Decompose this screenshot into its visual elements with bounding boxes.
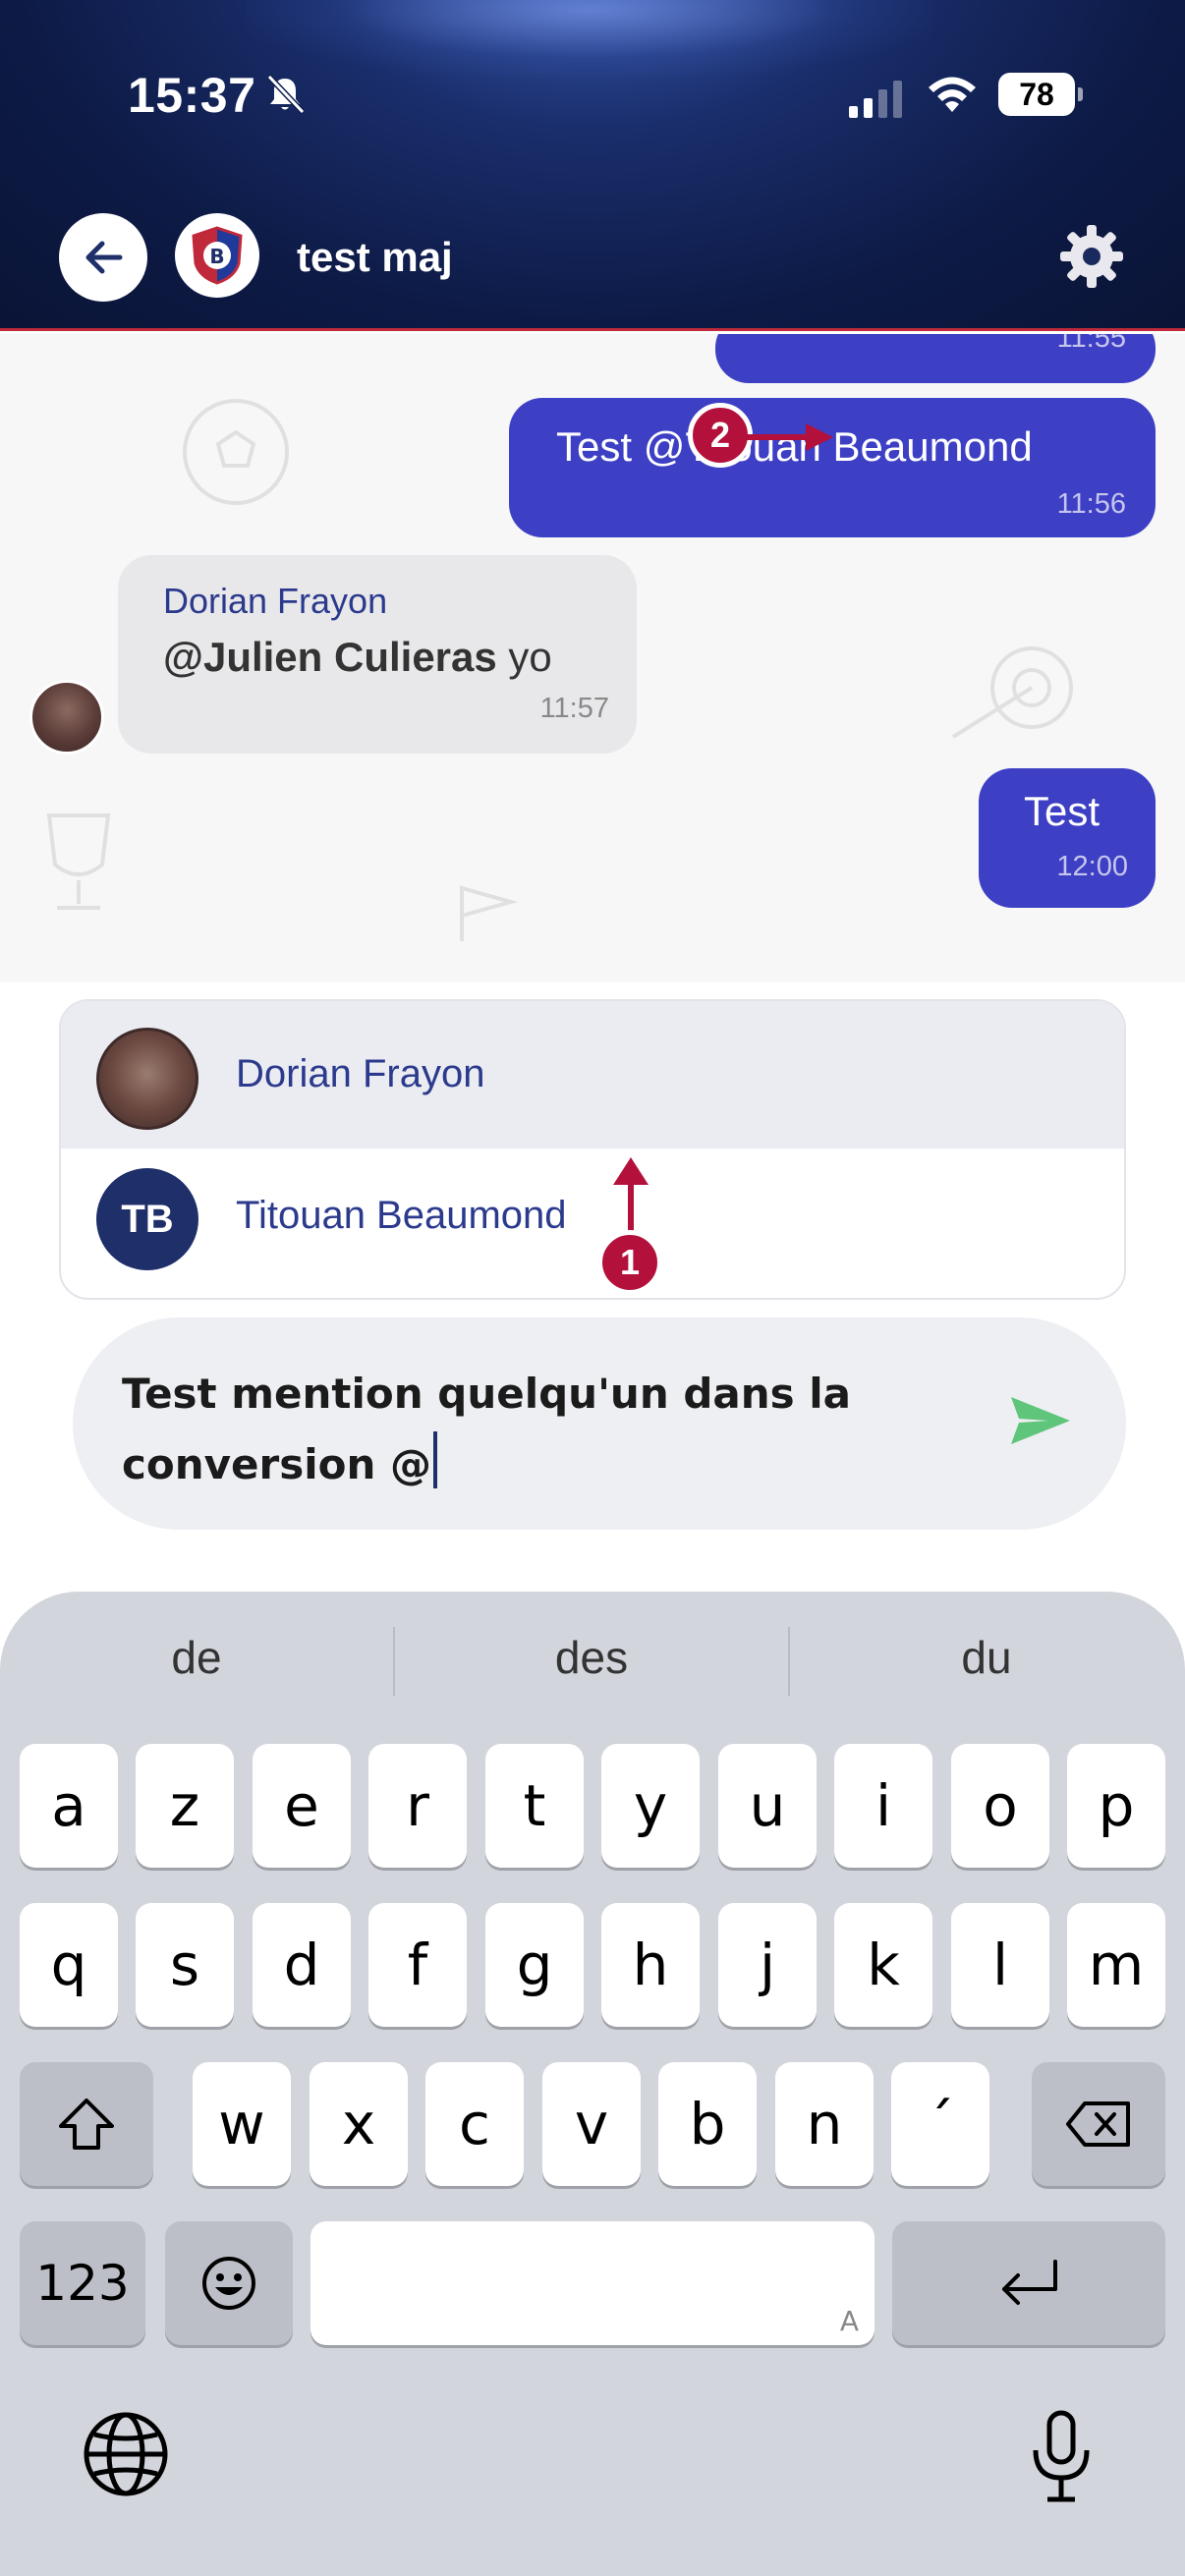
- message-list[interactable]: 11:55 Test @Titouan Beaumond 11:56 2 Dor…: [0, 334, 1185, 982]
- avatar: [96, 1028, 198, 1130]
- club-crest-icon: B: [192, 226, 243, 285]
- trophy-doodle: [46, 813, 111, 910]
- mention-suggestion-item[interactable]: TB Titouan Beaumond: [61, 1148, 1124, 1296]
- message-text-rest: yo: [496, 634, 552, 680]
- message-bubble-outgoing[interactable]: Test @Titouan Beaumond 11:56: [509, 398, 1156, 537]
- emoji-key[interactable]: [165, 2221, 293, 2345]
- key-h[interactable]: h: [601, 1903, 700, 2027]
- bell-off-icon: [266, 74, 306, 115]
- shift-key[interactable]: [20, 2062, 153, 2186]
- suggestion-name: Titouan Beaumond: [236, 1194, 567, 1237]
- sender-name: Dorian Frayon: [163, 581, 388, 621]
- message-bubble-outgoing[interactable]: 11:55: [715, 334, 1156, 383]
- key-m[interactable]: m: [1067, 1903, 1165, 2027]
- settings-button[interactable]: [1053, 218, 1130, 295]
- avatar[interactable]: [29, 680, 104, 755]
- message-time: 11:55: [1056, 334, 1126, 354]
- status-time: 15:37: [128, 68, 256, 123]
- key-accent[interactable]: ´: [891, 2062, 989, 2186]
- text-caret: [433, 1431, 437, 1488]
- composer: Test mention quelqu'un dans la conversio…: [0, 1300, 1185, 1595]
- key-s[interactable]: s: [136, 1903, 234, 2027]
- key-u[interactable]: u: [718, 1744, 817, 1868]
- microphone-icon[interactable]: [1022, 2407, 1100, 2505]
- mention-tag[interactable]: @Julien Culieras: [163, 634, 497, 680]
- key-l[interactable]: l: [951, 1903, 1049, 2027]
- target-doodle: [951, 646, 1073, 739]
- soccer-ball-doodle: [183, 399, 289, 505]
- message-time: 11:57: [539, 693, 609, 724]
- numbers-key[interactable]: 123: [20, 2221, 145, 2345]
- mention-suggestions: Dorian Frayon TB Titouan Beaumond: [59, 999, 1126, 1300]
- message-text: @Julien Culieras yo: [163, 634, 552, 681]
- key-k[interactable]: k: [834, 1903, 932, 2027]
- key-a[interactable]: a: [20, 1744, 118, 1868]
- key-t[interactable]: t: [485, 1744, 584, 1868]
- send-icon: [1011, 1397, 1070, 1444]
- message-time: 12:00: [1056, 851, 1128, 882]
- return-key[interactable]: [892, 2221, 1165, 2345]
- key-q[interactable]: q: [20, 1903, 118, 2027]
- arrow-up-icon: [613, 1157, 649, 1234]
- arrow-right-icon: [747, 423, 833, 451]
- key-b[interactable]: b: [658, 2062, 757, 2186]
- key-o[interactable]: o: [951, 1744, 1049, 1868]
- prediction-1[interactable]: de: [0, 1631, 393, 1684]
- message-bubble-incoming[interactable]: Dorian Frayon @Julien Culieras yo 11:57: [118, 555, 637, 754]
- shift-icon: [59, 2099, 114, 2150]
- keyboard: de des du a z e r t y u i o p q s d f g …: [0, 1592, 1185, 2576]
- return-icon: [1002, 2260, 1057, 2305]
- annotation-marker-2: 2: [688, 403, 753, 468]
- key-g[interactable]: g: [485, 1903, 584, 2027]
- key-w[interactable]: w: [193, 2062, 291, 2186]
- arrow-left-icon: [85, 241, 123, 274]
- key-r[interactable]: r: [368, 1744, 467, 1868]
- key-z[interactable]: z: [136, 1744, 234, 1868]
- chat-title[interactable]: test maj: [297, 234, 453, 281]
- flag-doodle: [460, 885, 519, 941]
- globe-icon[interactable]: [79, 2407, 173, 2501]
- message-input-value: Test mention quelqu'un dans la conversio…: [122, 1370, 852, 1488]
- key-x[interactable]: x: [310, 2062, 408, 2186]
- key-f[interactable]: f: [368, 1903, 467, 2027]
- key-c[interactable]: c: [425, 2062, 524, 2186]
- signal-icon: [849, 81, 902, 118]
- key-n[interactable]: n: [775, 2062, 874, 2186]
- send-button[interactable]: [996, 1376, 1085, 1465]
- key-v[interactable]: v: [542, 2062, 641, 2186]
- message-time: 11:56: [1056, 488, 1126, 520]
- message-bubble-outgoing[interactable]: Test 12:00: [979, 768, 1156, 908]
- space-hint: A: [839, 2305, 859, 2337]
- avatar-initials: TB: [96, 1168, 198, 1270]
- space-key[interactable]: A: [310, 2221, 875, 2345]
- suggestion-name: Dorian Frayon: [236, 1052, 485, 1095]
- club-logo: B: [175, 213, 259, 298]
- emoji-icon: [202, 2257, 255, 2310]
- key-i[interactable]: i: [834, 1744, 932, 1868]
- key-p[interactable]: p: [1067, 1744, 1165, 1868]
- prediction-3[interactable]: du: [790, 1631, 1183, 1684]
- backspace-key[interactable]: [1032, 2062, 1165, 2186]
- mention-suggestion-item[interactable]: Dorian Frayon: [61, 1001, 1124, 1148]
- back-button[interactable]: [59, 213, 147, 302]
- wifi-icon: [929, 77, 976, 112]
- gear-icon: [1060, 225, 1123, 288]
- battery-indicator: 78: [998, 73, 1083, 116]
- stadium-background: [246, 0, 933, 79]
- prediction-2[interactable]: des: [395, 1631, 788, 1684]
- svg-text:B: B: [209, 245, 224, 268]
- chat-header: 15:37 78 B test maj: [0, 0, 1185, 331]
- key-j[interactable]: j: [718, 1903, 817, 2027]
- key-d[interactable]: d: [253, 1903, 351, 2027]
- message-text: Test: [1024, 788, 1100, 834]
- key-e[interactable]: e: [253, 1744, 351, 1868]
- key-y[interactable]: y: [601, 1744, 700, 1868]
- message-input[interactable]: Test mention quelqu'un dans la conversio…: [73, 1317, 1126, 1530]
- backspace-icon: [1066, 2101, 1130, 2147]
- annotation-marker-1: 1: [597, 1230, 662, 1295]
